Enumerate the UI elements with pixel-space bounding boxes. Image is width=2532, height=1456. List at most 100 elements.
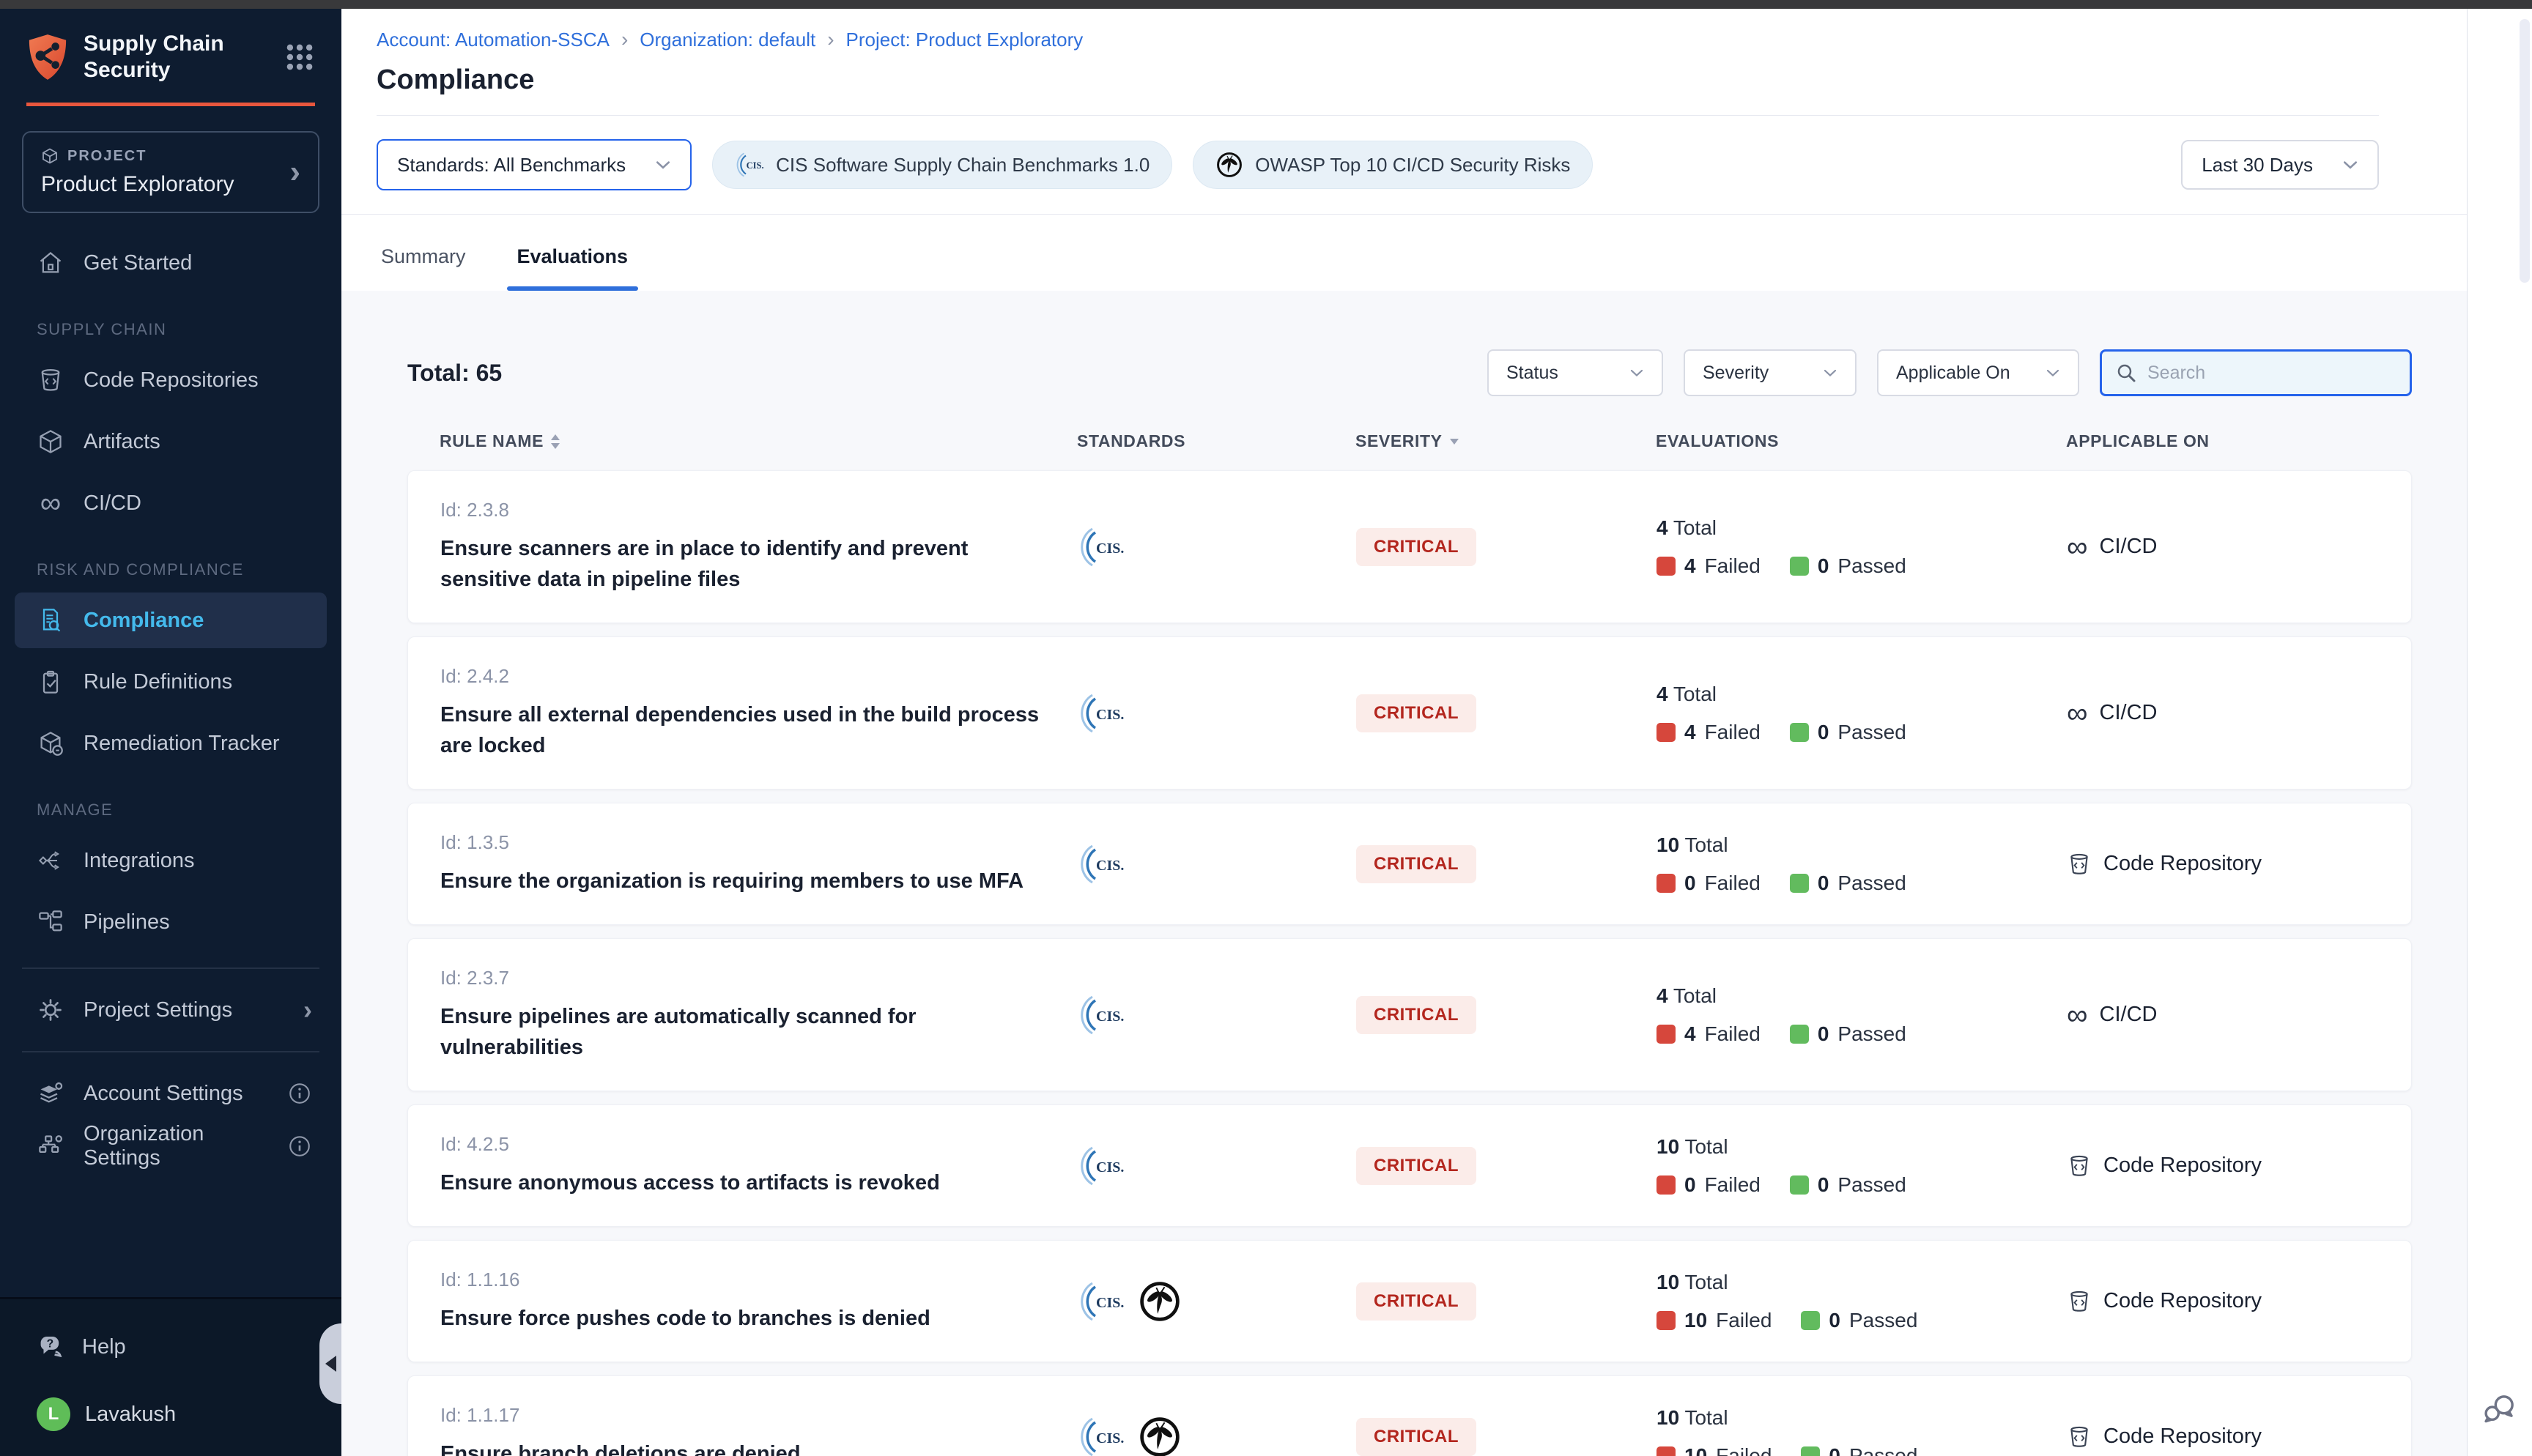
column-label: EVALUATIONS (1656, 431, 1779, 451)
sidebar-item-integrations[interactable]: Integrations (0, 830, 341, 891)
sidebar-divider (22, 1051, 319, 1052)
total-label: Total (1673, 984, 1717, 1007)
sidebar-footer: ? Help L Lavakush (0, 1297, 341, 1456)
code-repository-icon (2067, 1425, 2092, 1449)
grid-menu-icon[interactable] (284, 42, 315, 73)
accent-divider (26, 103, 315, 106)
home-icon (37, 250, 64, 276)
sidebar-item-rule-definitions[interactable]: Rule Definitions (0, 651, 341, 713)
sidebar-item-pipelines[interactable]: Pipelines (0, 891, 341, 953)
evaluations-stats: 0 Failed 0 Passed (1656, 872, 2067, 895)
owasp-chip[interactable]: OWASP Top 10 CI/CD Security Risks (1193, 141, 1593, 189)
standards-cell: CIS. (1078, 1414, 1356, 1456)
user-menu[interactable]: L Lavakush (0, 1397, 341, 1431)
info-icon[interactable] (287, 1081, 312, 1106)
table-row[interactable]: Id: 1.3.5 Ensure the organization is req… (407, 803, 2412, 925)
table-row[interactable]: Id: 2.4.2 Ensure all external dependenci… (407, 636, 2412, 790)
main-content: Account: Automation-SSCA › Organization:… (341, 9, 2467, 1456)
column-header-rule-name[interactable]: RULE NAME (440, 431, 1077, 451)
table-row[interactable]: Id: 2.3.7 Ensure pipelines are automatic… (407, 938, 2412, 1091)
severity-cell: CRITICAL (1356, 528, 1656, 566)
sidebar-item-organization-settings[interactable]: Organization Settings (0, 1120, 341, 1173)
passed-label: Passed (1837, 1022, 1906, 1046)
sidebar-item-account-settings[interactable]: Account Settings (0, 1067, 341, 1120)
table-row[interactable]: Id: 1.1.17 Ensure branch deletions are d… (407, 1375, 2412, 1456)
breadcrumb-account-link[interactable]: Account: Automation-SSCA (377, 29, 610, 51)
avatar: L (37, 1397, 70, 1431)
cis-benchmark-chip[interactable]: CIS. CIS Software Supply Chain Benchmark… (712, 141, 1172, 189)
tab-evaluations[interactable]: Evaluations (513, 235, 633, 291)
evaluations-total: 10 Total (1656, 833, 2067, 857)
sidebar-item-get-started[interactable]: Get Started (0, 232, 341, 294)
total-count: 10 (1656, 1406, 1679, 1429)
table-row[interactable]: Id: 2.3.8 Ensure scanners are in place t… (407, 470, 2412, 623)
status-filter-select[interactable]: Status (1487, 349, 1663, 396)
severity-cell: CRITICAL (1356, 1418, 1656, 1456)
breadcrumb-separator: › (621, 28, 628, 51)
sidebar-item-cicd[interactable]: ∞ CI/CD (0, 472, 341, 534)
sidebar-item-code-repositories[interactable]: Code Repositories (0, 349, 341, 411)
sidebar: Supply Chain Security (0, 9, 341, 1456)
evaluations-cell: 4 Total 4 Failed 0 Passed (1656, 516, 2067, 578)
passed-count: 0 (1818, 872, 1829, 895)
logo-row: Supply Chain Security (26, 31, 315, 83)
sidebar-collapse-handle[interactable] (319, 1323, 341, 1404)
date-range-select[interactable]: Last 30 Days (2181, 140, 2379, 190)
rule-name: Ensure anonymous access to artifacts is … (440, 1167, 1056, 1198)
evaluations-total: 10 Total (1656, 1135, 2067, 1159)
rule-name-cell: Id: 1.1.17 Ensure branch deletions are d… (440, 1404, 1078, 1456)
cis-logo-icon: CIS. (1078, 690, 1125, 737)
evaluations-stats: 10 Failed 0 Passed (1656, 1444, 2067, 1456)
passed-label: Passed (1837, 1173, 1906, 1197)
column-label: STANDARDS (1077, 431, 1185, 451)
passed-label: Passed (1849, 1309, 1917, 1332)
support-chat-button[interactable] (2482, 1392, 2517, 1427)
sidebar-item-compliance[interactable]: Compliance (15, 593, 327, 648)
standards-select[interactable]: Standards: All Benchmarks (377, 139, 692, 190)
tab-summary[interactable]: Summary (377, 235, 470, 291)
failed-count: 4 (1684, 1022, 1696, 1046)
passed-indicator (1790, 874, 1809, 893)
total-count: 4 (1656, 984, 1668, 1007)
applicable-on-cell: ∞ CI/CD (2067, 701, 2382, 725)
code-repository-icon (2067, 852, 2092, 877)
sidebar-item-label: Integrations (84, 849, 195, 873)
rule-id: Id: 4.2.5 (440, 1133, 1078, 1156)
sidebar-item-project-settings[interactable]: Project Settings › (0, 984, 341, 1036)
help-button[interactable]: ? Help (0, 1321, 341, 1373)
passed-count: 0 (1818, 1173, 1829, 1197)
severity-cell: CRITICAL (1356, 845, 1656, 883)
rule-name-cell: Id: 2.3.7 Ensure pipelines are automatic… (440, 967, 1078, 1063)
project-selector[interactable]: PROJECT Product Exploratory › (22, 131, 319, 213)
breadcrumb-project-link[interactable]: Project: Product Exploratory (846, 29, 1084, 51)
failed-count: 10 (1684, 1309, 1707, 1332)
applicable-on-filter-select[interactable]: Applicable On (1877, 349, 2079, 396)
standards-cell: CIS. (1078, 524, 1356, 571)
collapse-arrow-icon (325, 1356, 336, 1372)
breadcrumb-organization-link[interactable]: Organization: default (640, 29, 815, 51)
severity-cell: CRITICAL (1356, 996, 1656, 1034)
search-input[interactable] (2147, 363, 2396, 384)
sidebar-item-artifacts[interactable]: Artifacts (0, 411, 341, 472)
table-row[interactable]: Id: 1.1.16 Ensure force pushes code to b… (407, 1240, 2412, 1362)
evaluations-cell: 10 Total 0 Failed 0 Passed (1656, 833, 2067, 895)
column-header-standards: STANDARDS (1077, 431, 1355, 451)
standards-filter-bar: Standards: All Benchmarks CIS. CIS Softw… (341, 116, 2467, 215)
column-label: APPLICABLE ON (2066, 431, 2210, 451)
rule-name-cell: Id: 1.1.16 Ensure force pushes code to b… (440, 1269, 1078, 1334)
standards-cell: CIS. (1078, 841, 1356, 888)
cis-logo-icon: CIS. (1078, 841, 1125, 888)
table-row[interactable]: Id: 4.2.5 Ensure anonymous access to art… (407, 1104, 2412, 1227)
severity-filter-select[interactable]: Severity (1684, 349, 1857, 396)
evaluations-total: 4 Total (1656, 516, 2067, 540)
sidebar-item-remediation-tracker[interactable]: Remediation Tracker (0, 713, 341, 774)
shield-logo-icon (26, 33, 69, 81)
scrollbar-thumb[interactable] (2520, 19, 2530, 283)
info-icon[interactable] (287, 1134, 312, 1159)
sort-icon[interactable] (551, 434, 560, 449)
passed-count: 0 (1829, 1309, 1840, 1332)
column-header-severity[interactable]: SEVERITY (1355, 431, 1656, 451)
failed-label: Failed (1705, 554, 1761, 578)
window-top-strip (0, 0, 2532, 9)
failed-label: Failed (1716, 1309, 1772, 1332)
